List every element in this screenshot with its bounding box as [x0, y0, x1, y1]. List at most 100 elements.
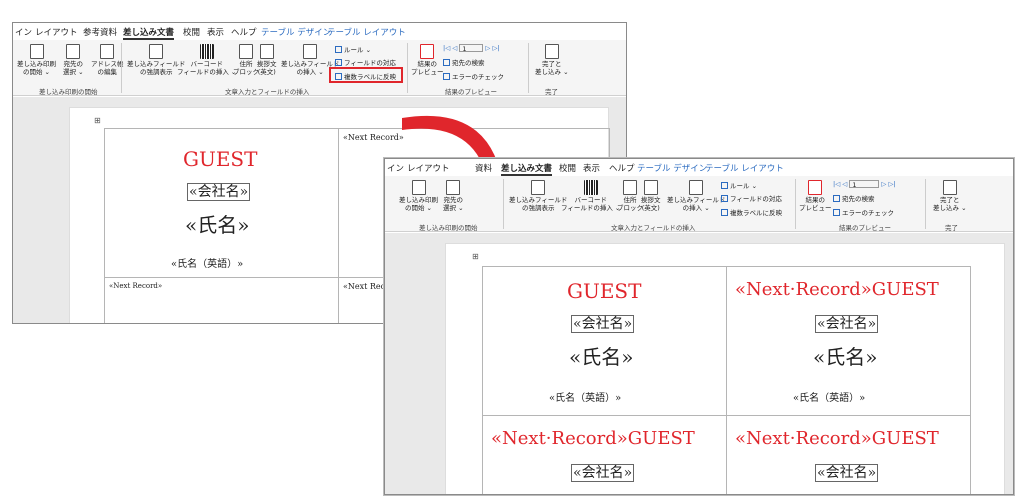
tab-layout[interactable]: レイアウト — [35, 26, 78, 38]
tab-view[interactable]: 表示 — [207, 26, 224, 38]
finish-icon — [942, 180, 957, 195]
check-errors-icon — [833, 209, 840, 216]
separator — [925, 179, 926, 229]
group-label-start: 差し込み印刷の開始 — [39, 88, 98, 96]
table-move-handle-icon[interactable]: ⊞ — [94, 116, 101, 125]
document-page: ⊞ GUEST «会社名» «氏名» «氏名（英語）» «Next·Record… — [445, 243, 1005, 494]
rules-button[interactable]: ルール ⌄ — [335, 44, 371, 54]
match-fields-button[interactable]: フィールドの対応 — [721, 193, 782, 203]
preview-results-button[interactable]: 結果の プレビュー — [411, 44, 444, 76]
highlight-fields-button[interactable]: 差し込みフィールド の強調表示 — [509, 180, 567, 212]
address-block-button[interactable]: 住所 ブロック — [617, 180, 643, 212]
name-field: «氏名» — [569, 345, 634, 369]
rules-icon — [721, 182, 728, 189]
separator — [407, 43, 408, 93]
table-move-handle-icon[interactable]: ⊞ — [472, 252, 479, 261]
guest-text: GUEST — [183, 147, 258, 171]
match-fields-icon — [721, 195, 728, 202]
tab-review[interactable]: 校閲 — [183, 26, 200, 38]
barcode-field-button[interactable]: バーコード フィールドの挿入 ⌄ — [561, 180, 620, 212]
separator — [503, 179, 504, 229]
update-labels-icon — [721, 209, 728, 216]
select-recipients-button[interactable]: 宛先の 選択 ⌄ — [63, 44, 84, 76]
tab-layout[interactable]: レイアウト — [407, 162, 450, 174]
find-icon — [833, 195, 840, 202]
tab-review[interactable]: 校閲 — [559, 162, 576, 174]
name-en-field: «氏名（英語）» — [793, 393, 866, 404]
rules-icon — [335, 46, 342, 53]
tab-references[interactable]: 資料 — [475, 162, 492, 174]
tab-design[interactable]: イン — [15, 26, 32, 38]
guest-text: GUEST — [567, 279, 642, 303]
greeting-line-button[interactable]: 挨拶文 (英文) — [257, 44, 277, 76]
tab-mailings[interactable]: 差し込み文書 — [501, 162, 553, 176]
tab-table-design[interactable]: テーブル デザイン — [261, 26, 331, 38]
tab-table-design[interactable]: テーブル デザイン — [637, 162, 707, 174]
next-record-guest-text: «Next·Record»GUEST — [491, 428, 695, 449]
barcode-field-button[interactable]: バーコード フィールドの挿入 ⌄ — [177, 44, 236, 76]
separator — [795, 179, 796, 229]
tab-mailings[interactable]: 差し込み文書 — [123, 26, 175, 40]
group-label-preview: 結果のプレビュー — [839, 224, 891, 232]
abc-preview-icon — [808, 180, 823, 195]
match-fields-icon — [335, 59, 342, 66]
label-cell[interactable]: «Next·Record»GUEST «会社名» — [482, 415, 727, 494]
check-errors-button[interactable]: エラーのチェック — [833, 207, 894, 217]
insert-field-icon — [689, 180, 704, 195]
record-navigator[interactable]: |◁ ◁ 1 ▷ ▷| — [833, 180, 896, 189]
finish-merge-button[interactable]: 完了と 差し込み ⌄ — [535, 44, 569, 76]
address-block-icon — [623, 180, 637, 195]
group-label-start: 差し込み印刷の開始 — [419, 224, 478, 232]
greeting-icon — [259, 44, 274, 59]
label-cell[interactable]: «Next Record» — [104, 277, 339, 323]
highlight-frame — [329, 67, 403, 83]
label-cell[interactable]: «Next·Record»GUEST «会社名» — [726, 415, 971, 494]
preview-results-button[interactable]: 結果の プレビュー — [799, 180, 832, 212]
finish-merge-button[interactable]: 完了と 差し込み ⌄ — [933, 180, 967, 212]
record-navigator[interactable]: |◁ ◁ 1 ▷ ▷| — [443, 44, 500, 53]
abc-preview-icon — [420, 44, 435, 59]
find-recipient-button[interactable]: 宛先の検索 — [833, 193, 875, 203]
check-errors-button[interactable]: エラーのチェック — [443, 71, 504, 81]
insert-field-icon — [303, 44, 318, 59]
select-recipients-button[interactable]: 宛先の 選択 ⌄ — [443, 180, 464, 212]
greeting-line-button[interactable]: 挨拶文 (英文) — [641, 180, 661, 212]
tab-table-layout[interactable]: テーブル レイアウト — [705, 162, 784, 174]
company-field: «会社名» — [571, 464, 635, 482]
barcode-icon — [199, 44, 214, 59]
tab-references[interactable]: 参考資料 — [83, 26, 117, 38]
record-number-input[interactable]: 1 — [849, 180, 880, 189]
rules-button[interactable]: ルール ⌄ — [721, 180, 757, 190]
company-field: «会社名» — [187, 183, 251, 201]
greeting-icon — [643, 180, 658, 195]
update-labels-button[interactable]: 複数ラベルに反映 — [721, 207, 782, 217]
insert-merge-field-button[interactable]: 差し込みフィールド の挿入 ⌄ — [667, 180, 725, 212]
document-area: ⊞ GUEST «会社名» «氏名» «氏名（英語）» «Next·Record… — [385, 233, 1013, 494]
tab-table-layout[interactable]: テーブル レイアウト — [327, 26, 406, 38]
tab-design[interactable]: イン — [387, 162, 404, 174]
tab-help[interactable]: ヘルプ — [231, 26, 257, 38]
next-record-field: «Next Record» — [109, 282, 163, 290]
name-field: «氏名» — [813, 345, 878, 369]
find-icon — [443, 59, 450, 66]
record-number-input[interactable]: 1 — [459, 44, 484, 53]
start-mail-merge-button[interactable]: 差し込み印刷 の開始 ⌄ — [399, 180, 438, 212]
find-recipient-button[interactable]: 宛先の検索 — [443, 57, 485, 67]
group-label-preview: 結果のプレビュー — [445, 88, 497, 96]
table-edit-icon — [100, 44, 115, 59]
next-record-guest-text: «Next·Record»GUEST — [735, 279, 939, 300]
label-cell[interactable]: GUEST «会社名» «氏名» «氏名（英語）» — [104, 128, 339, 278]
label-cell[interactable]: GUEST «会社名» «氏名» «氏名（英語）» — [482, 266, 727, 416]
label-cell[interactable]: «Next·Record»GUEST «会社名» «氏名» «氏名（英語）» — [726, 266, 971, 416]
match-fields-button[interactable]: フィールドの対応 — [335, 57, 396, 67]
address-block-button[interactable]: 住所 ブロック — [233, 44, 259, 76]
name-en-field: «氏名（英語）» — [171, 259, 244, 270]
separator — [528, 43, 529, 93]
tab-help[interactable]: ヘルプ — [609, 162, 635, 174]
ribbon-mailings: 差し込み印刷 の開始 ⌄ 宛先の 選択 ⌄ 差し込み印刷の開始 差し込みフィール… — [385, 176, 1013, 232]
tab-view[interactable]: 表示 — [583, 162, 600, 174]
start-mail-merge-button[interactable]: 差し込み印刷 の開始 ⌄ — [17, 44, 56, 76]
ribbon-tabs: イン レイアウト 参考資料 差し込み文書 校閲 表示 ヘルプ テーブル デザイン… — [13, 23, 626, 40]
group-label-finish: 完了 — [545, 88, 558, 96]
edit-recipient-list-button[interactable]: アドレス帳 の編集 — [91, 44, 124, 76]
